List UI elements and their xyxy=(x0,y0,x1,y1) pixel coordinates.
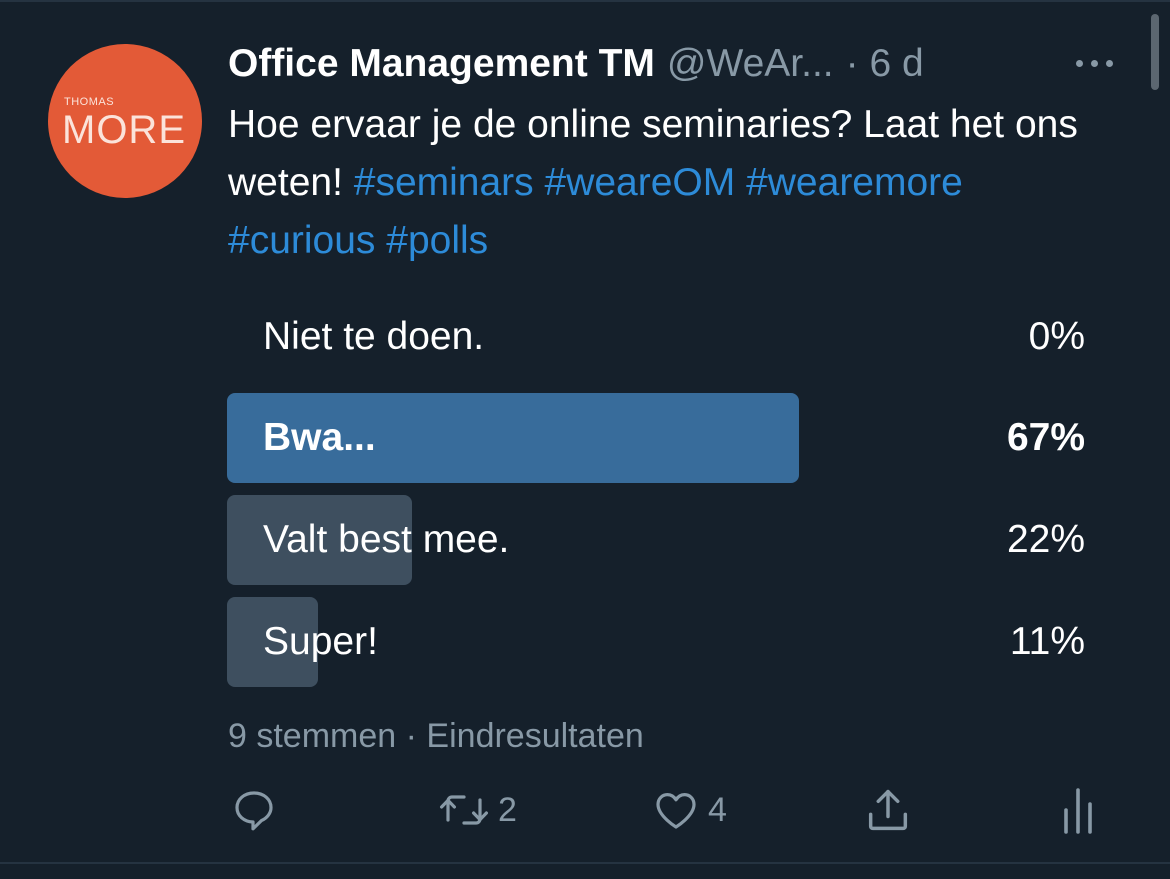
tweet-time[interactable]: · 6 d xyxy=(846,42,924,85)
tweet-header: Office Management TM @WeAr... · 6 d xyxy=(228,40,924,88)
poll-option-percent: 22% xyxy=(1006,518,1085,561)
hashtag-link[interactable]: #curious xyxy=(228,219,375,262)
tweet-card[interactable]: THOMAS MORE Office Management TM @WeAr...… xyxy=(0,0,1170,879)
poll-option: Niet te doen. 0% xyxy=(227,292,1087,382)
poll-option: Super! 11% xyxy=(227,597,1087,687)
hashtag-link[interactable]: #wearemore xyxy=(746,161,963,204)
poll-option-label: Valt best mee. xyxy=(263,518,510,561)
analytics-button[interactable] xyxy=(1060,780,1096,840)
avatar-text-big: MORE xyxy=(62,108,186,152)
reply-button[interactable] xyxy=(230,780,286,840)
analytics-icon xyxy=(1060,784,1096,836)
retweet-icon xyxy=(438,786,490,834)
poll-meta-separator: · xyxy=(405,717,417,755)
poll-status: Eindresultaten xyxy=(426,717,644,755)
poll-vote-count: 9 stemmen xyxy=(228,717,397,755)
poll-option-percent: 11% xyxy=(1009,620,1085,663)
scrollbar[interactable] xyxy=(1151,14,1159,90)
retweet-button[interactable]: 2 xyxy=(438,780,517,840)
heart-icon xyxy=(652,786,700,834)
hashtag-link[interactable]: #weareOM xyxy=(545,161,736,204)
retweet-count: 2 xyxy=(498,790,517,829)
hashtag-link[interactable]: #seminars xyxy=(354,161,534,204)
poll-meta: 9 stemmen · Eindresultaten xyxy=(228,714,644,758)
poll-option-label: Bwa... xyxy=(263,416,376,459)
share-button[interactable] xyxy=(862,780,914,840)
poll-option-percent: 0% xyxy=(1028,315,1085,358)
like-button[interactable]: 4 xyxy=(652,780,727,840)
author-handle[interactable]: @WeAr... xyxy=(667,42,834,85)
poll-option-label: Niet te doen. xyxy=(263,315,485,358)
like-count: 4 xyxy=(708,790,727,829)
hashtag-link[interactable]: #polls xyxy=(386,219,488,262)
avatar[interactable]: THOMAS MORE xyxy=(48,44,202,198)
poll-option-percent: 67% xyxy=(1006,416,1085,459)
poll-option: Bwa... 67% xyxy=(227,393,1087,483)
poll-option-label: Super! xyxy=(263,620,378,663)
tweet-text: Hoe ervaar je de online seminaries? Laat… xyxy=(228,96,1098,270)
top-divider xyxy=(0,0,1170,2)
poll-option: Valt best mee. 22% xyxy=(227,495,1087,585)
bottom-divider xyxy=(0,862,1170,864)
share-icon xyxy=(862,784,914,836)
author-display-name[interactable]: Office Management TM xyxy=(228,42,655,85)
more-options-icon[interactable] xyxy=(1072,52,1118,72)
reply-icon xyxy=(230,786,278,834)
avatar-text-small: THOMAS xyxy=(64,96,115,108)
